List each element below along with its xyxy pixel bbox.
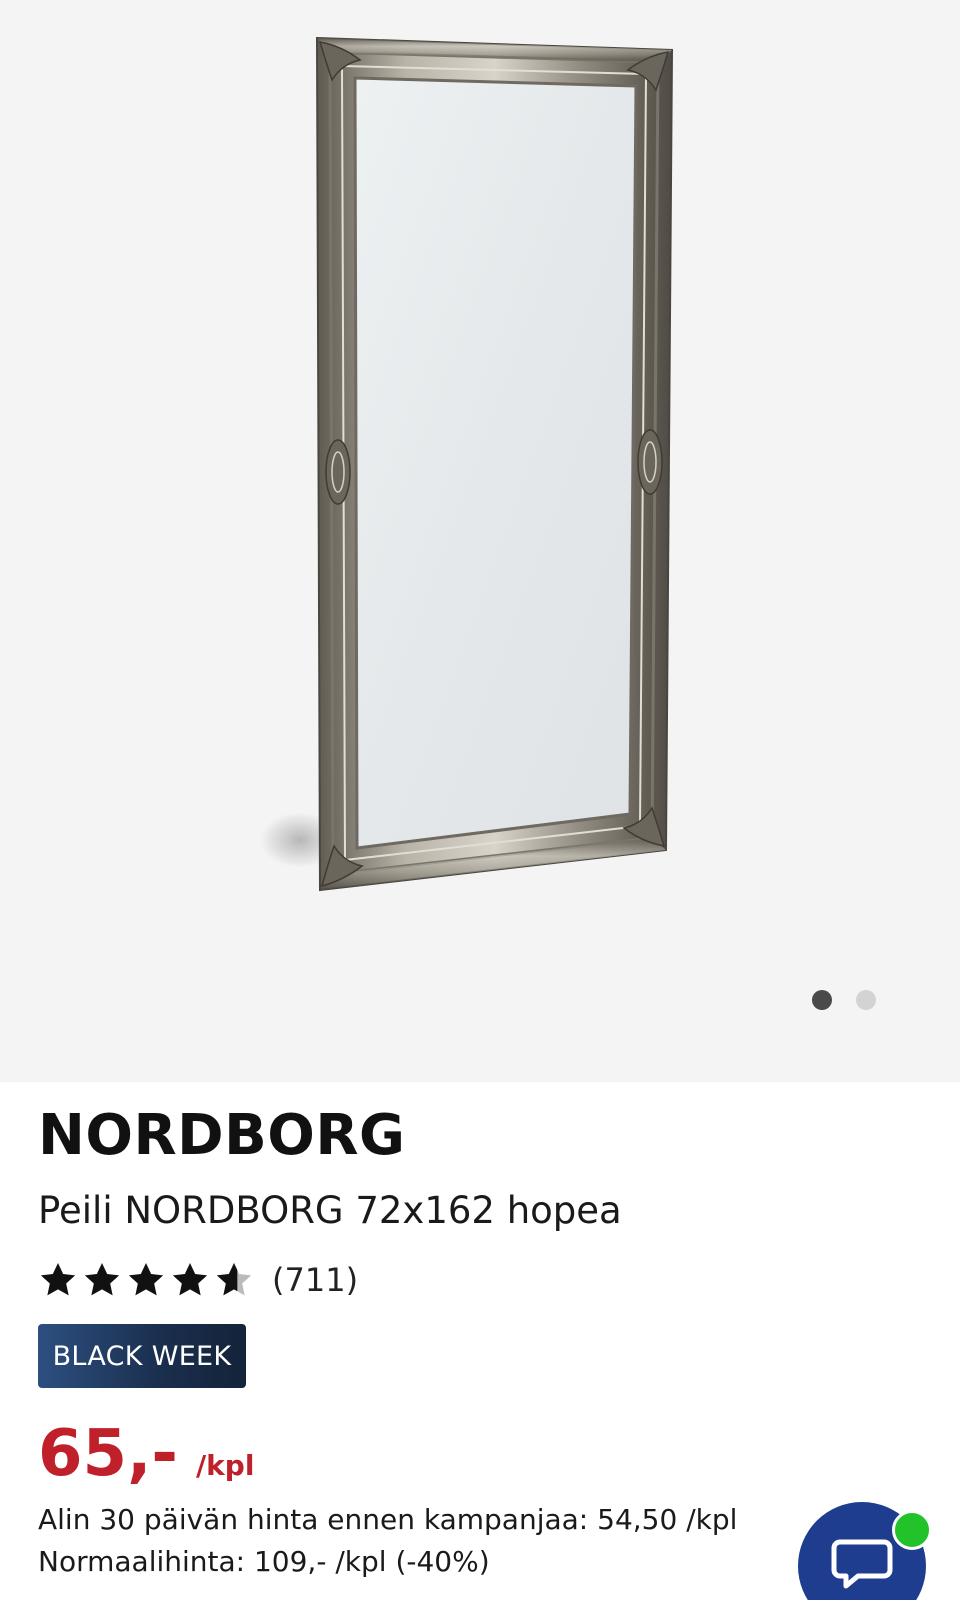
chat-bubble-icon bbox=[831, 1539, 893, 1589]
star-icon bbox=[40, 1263, 76, 1296]
review-count[interactable]: (711) bbox=[272, 1261, 358, 1299]
product-title: Peili NORDBORG 72x162 hopea bbox=[38, 1189, 622, 1232]
price-unit: /kpl bbox=[195, 1449, 255, 1482]
gallery-dot-2[interactable] bbox=[856, 990, 876, 1010]
gallery-dots bbox=[812, 990, 876, 1010]
rating-row[interactable]: (711) bbox=[38, 1258, 358, 1302]
rating-stars bbox=[38, 1260, 254, 1300]
star-icon bbox=[128, 1263, 164, 1296]
normal-price-note: Normaalihinta: 109,- /kpl (-40%) bbox=[38, 1545, 490, 1578]
online-status-indicator bbox=[892, 1510, 932, 1550]
product-gallery[interactable] bbox=[0, 0, 960, 1082]
campaign-badge: BLACK WEEK bbox=[38, 1324, 246, 1388]
price-row: 65,- /kpl bbox=[38, 1422, 254, 1486]
product-page: NORDBORG Peili NORDBORG 72x162 hopea (71… bbox=[0, 0, 960, 1600]
gallery-dot-1[interactable] bbox=[812, 990, 832, 1010]
star-icon bbox=[84, 1263, 120, 1296]
star-half-icon bbox=[216, 1263, 252, 1296]
price-value: 65,- bbox=[38, 1417, 178, 1491]
star-icon bbox=[172, 1263, 208, 1296]
lowest-price-note: Alin 30 päivän hinta ennen kampanjaa: 54… bbox=[38, 1503, 738, 1536]
product-brand: NORDBORG bbox=[38, 1103, 406, 1168]
product-image bbox=[260, 36, 674, 892]
